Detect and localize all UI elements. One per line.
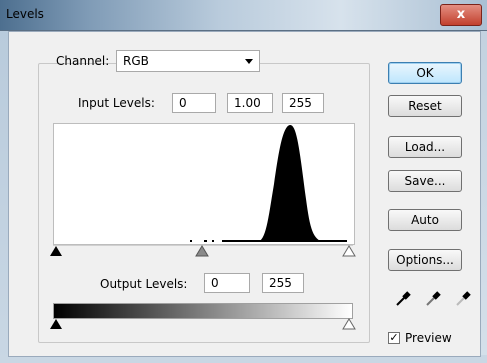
output-black-slider-handle [50,319,62,329]
histogram-curve [257,124,324,242]
save-button[interactable]: Save... [388,170,462,192]
output-slider-handles[interactable] [46,317,360,330]
output-white-field[interactable]: 255 [262,273,304,293]
output-black-field[interactable]: 0 [204,273,250,293]
options-button[interactable]: Options... [388,249,462,271]
output-levels-label: Output Levels: [100,277,188,291]
channel-label: Channel: [56,54,110,68]
input-white-field[interactable]: 255 [282,93,324,113]
ok-button[interactable]: OK [388,62,462,84]
histogram-speck [204,240,207,242]
window-title: Levels [6,7,44,21]
load-button[interactable]: Load... [388,136,462,158]
gray-eyedropper-icon[interactable] [424,290,442,308]
input-black-field[interactable]: 0 [172,93,216,113]
input-black-slider-handle [50,246,62,256]
histogram-graph [190,124,347,242]
input-gamma-field[interactable]: 1.00 [227,93,273,113]
close-button[interactable]: x [440,4,482,26]
channel-select-value: RGB [123,54,149,68]
histogram-speck [190,240,192,242]
black-eyedropper-icon[interactable] [394,290,412,308]
dropdown-arrow-icon [245,59,253,64]
input-slider-handles[interactable] [46,243,360,257]
reset-button[interactable]: Reset [388,95,462,117]
histogram-speck [212,240,214,242]
preview-checkbox[interactable]: ✓ [388,332,400,344]
input-white-slider-handle [342,245,356,257]
title-bar: Levels x [0,0,487,31]
window-frame-left [0,31,8,363]
preview-label: Preview [405,331,452,345]
output-white-slider-handle [342,318,356,330]
channel-select[interactable]: RGB [116,50,260,72]
input-gamma-slider-handle [195,245,209,257]
auto-button[interactable]: Auto [388,209,462,231]
histogram-baseline [222,240,347,242]
input-levels-label: Input Levels: [78,96,155,110]
histogram [53,123,355,245]
white-eyedropper-icon[interactable] [454,290,472,308]
